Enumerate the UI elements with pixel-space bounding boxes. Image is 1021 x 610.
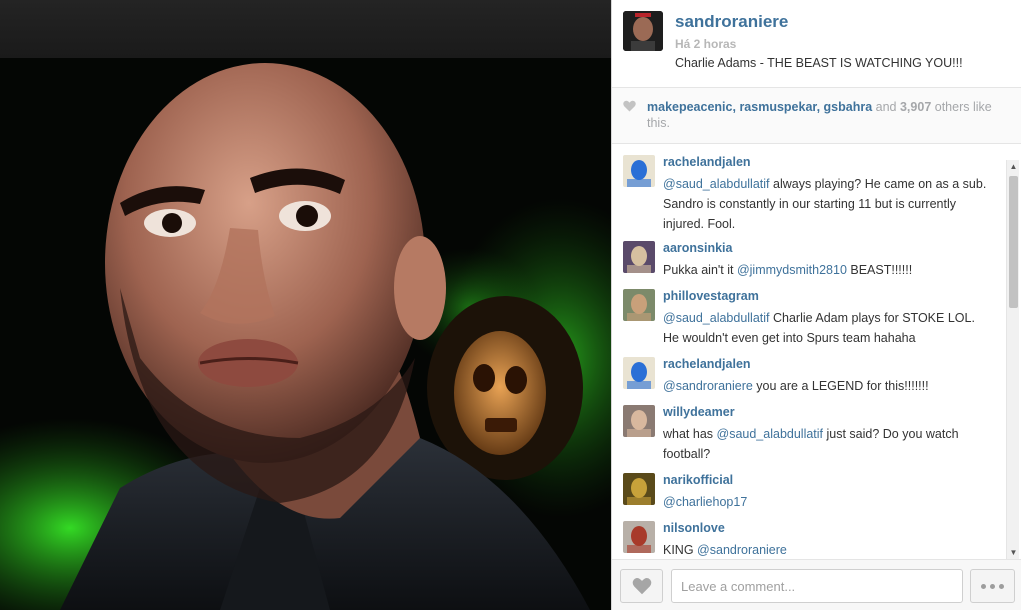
post-media [0,0,611,610]
photo-illustration [0,58,611,610]
owner-avatar[interactable] [623,11,663,51]
likes-section: makepeacenic, rasmuspekar, gsbahra and 3… [612,88,1021,144]
commenter-avatar[interactable] [623,405,655,437]
comment-username[interactable]: rachelandjalen [663,155,751,169]
commenter-avatar[interactable] [623,241,655,273]
mention-link[interactable]: @saud_alabdullatif [717,427,824,441]
comment-text: what has @saud_alabdullatif just said? D… [663,424,993,464]
comment-text: Pukka ain't it @jimmydsmith2810 BEAST!!!… [663,260,993,280]
comment-text-part: KING [663,543,698,557]
comment-username[interactable]: rachelandjalen [663,357,751,371]
comment-text-part: BEAST!!!!!! [846,263,913,277]
comment-text: KING @sandroraniere [663,540,993,559]
comment-username[interactable]: nilsonlove [663,521,725,535]
ellipsis-icon [999,583,1004,589]
owner-username[interactable]: sandroraniere [675,12,788,32]
mention-link[interactable]: @charliehop17 [663,495,747,509]
comments-list: rachelandjalen @saud_alabdullatif always … [612,145,1006,559]
arrow-up-icon[interactable]: ▲ [1007,160,1020,173]
commenter-avatar[interactable] [623,155,655,187]
mention-link[interactable]: @jimmydsmith2810 [737,263,847,277]
comments-scrollbar[interactable]: ▲ ▼ [1006,160,1019,559]
likes-text: makepeacenic, rasmuspekar, gsbahra and 3… [647,99,1009,131]
comment-text: @saud_alabdullatif Charlie Adam plays fo… [663,308,993,348]
comment-text-part: Pukka ain't it [663,263,737,277]
commenter-avatar[interactable] [623,357,655,389]
post-caption: Charlie Adams - THE BEAST IS WATCHING YO… [675,56,963,70]
ellipsis-icon [990,583,995,589]
post-detail-panel: sandroraniere Há 2 horas Charlie Adams -… [611,0,1021,610]
comment-username[interactable]: phillovestagram [663,289,759,303]
arrow-down-icon[interactable]: ▼ [1007,546,1020,559]
comment-text-part: you are a LEGEND for this!!!!!!! [752,379,929,393]
mention-link[interactable]: @saud_alabdullatif [663,311,770,325]
scrollbar-thumb[interactable] [1009,176,1018,308]
commenter-avatar[interactable] [623,473,655,505]
mention-link[interactable]: @sandroraniere [697,543,787,557]
more-options-button[interactable] [970,569,1015,603]
comment-text: @charliehop17 [663,492,993,512]
liker-link[interactable]: makepeacenic [647,100,732,114]
comment-username[interactable]: narikofficial [663,473,733,487]
media-top-bar [0,0,611,58]
post-header: sandroraniere Há 2 horas Charlie Adams -… [612,0,1021,88]
like-button[interactable] [620,569,663,603]
liker-link[interactable]: gsbahra [824,100,873,114]
mention-link[interactable]: @sandroraniere [663,379,753,393]
liker-link[interactable]: rasmuspekar [739,100,816,114]
post-photo[interactable] [0,58,611,610]
post-timestamp: Há 2 horas [675,37,737,51]
likes-heart-icon [623,100,636,112]
heart-icon [632,578,651,595]
likes-count[interactable]: 3,907 [900,100,931,114]
commenter-avatar[interactable] [623,521,655,553]
mention-link[interactable]: @saud_alabdullatif [663,177,770,191]
comment-username[interactable]: willydeamer [663,405,735,419]
comment-username[interactable]: aaronsinkia [663,241,732,255]
comment-text: @saud_alabdullatif always playing? He ca… [663,174,993,234]
avatar-image [623,11,663,51]
likes-and: and [872,100,900,114]
likes-separator: , [816,100,824,114]
comment-text-part: what has [663,427,717,441]
commenter-avatar[interactable] [623,289,655,321]
comment-input[interactable] [671,569,963,603]
comment-text: @sandroraniere you are a LEGEND for this… [663,376,993,396]
ellipsis-icon [981,583,986,589]
comment-footer [612,559,1021,610]
